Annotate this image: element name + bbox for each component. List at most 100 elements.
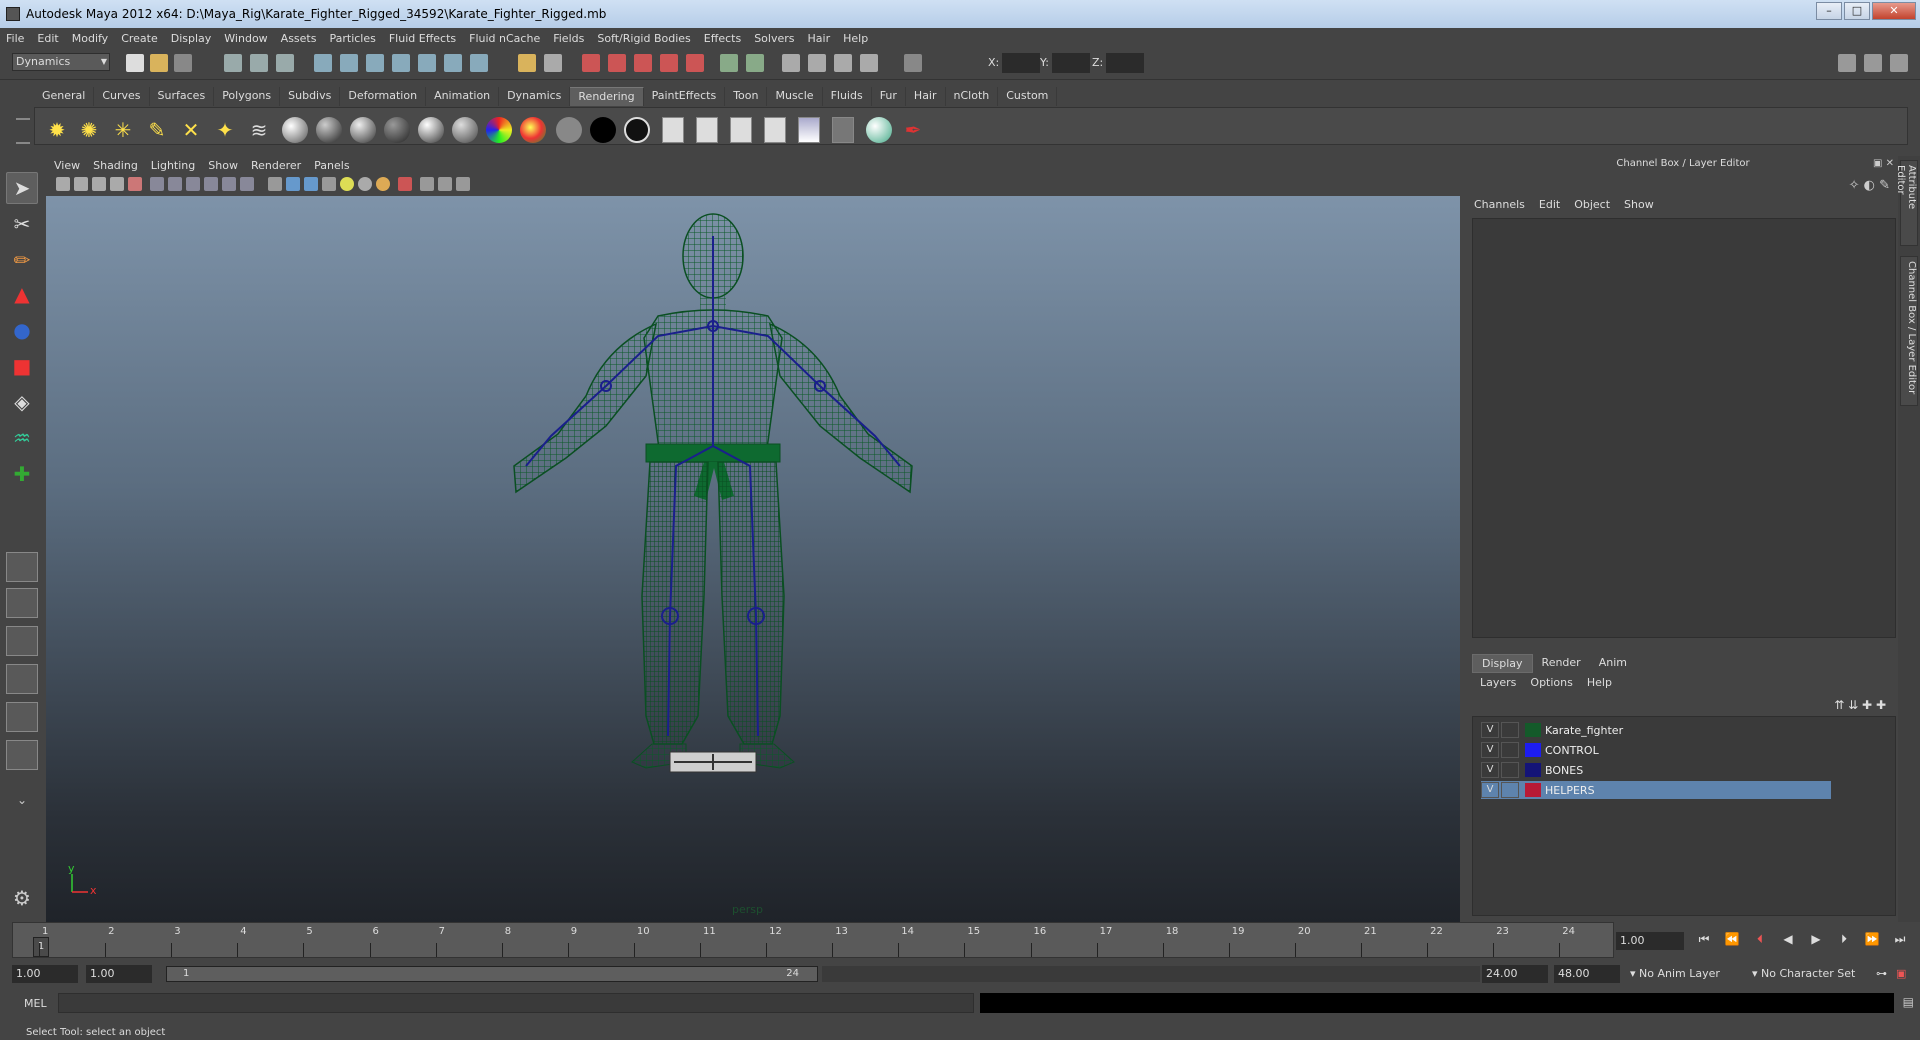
input-line-icon[interactable] xyxy=(720,54,738,72)
tool-settings-toggle-icon[interactable] xyxy=(1864,54,1882,72)
menu-file[interactable]: File xyxy=(6,32,24,45)
select-camera-icon[interactable] xyxy=(56,177,70,191)
isolate-select-icon[interactable] xyxy=(398,177,412,191)
channel-box-tools-icon[interactable]: ✧ ◐ ✎ xyxy=(1849,178,1890,193)
menu-fluid-effects[interactable]: Fluid Effects xyxy=(389,32,456,45)
snap-surface-icon[interactable] xyxy=(418,54,436,72)
spot-light-icon[interactable]: ✎ xyxy=(143,116,171,144)
layer-type-toggle[interactable] xyxy=(1501,722,1519,738)
attribute-editor-toggle-icon[interactable] xyxy=(1838,54,1856,72)
snap-curve-icon[interactable] xyxy=(340,54,358,72)
layer-tab-render[interactable]: Render xyxy=(1533,654,1590,673)
character-set-select[interactable]: ▾ No Character Set xyxy=(1752,967,1855,980)
input-mode-icon[interactable] xyxy=(746,54,764,72)
layer-visibility-toggle[interactable]: V xyxy=(1481,762,1499,778)
step-back-key-icon[interactable]: ⏪ xyxy=(1720,932,1744,950)
open-scene-icon[interactable] xyxy=(150,54,168,72)
auto-key-icon[interactable]: ⊶ xyxy=(1876,967,1887,980)
select-object-icon[interactable] xyxy=(250,54,268,72)
phong-icon[interactable] xyxy=(417,116,445,144)
anim-layer-select[interactable]: ▾ No Anim Layer xyxy=(1630,967,1720,980)
viewport-menu-shading[interactable]: Shading xyxy=(93,159,138,172)
safe-title-icon[interactable] xyxy=(240,177,254,191)
time-slider-current-frame[interactable]: 1 xyxy=(33,937,49,957)
layer-row-bones[interactable]: V BONES xyxy=(1481,761,1831,779)
area-light-icon[interactable]: ✕ xyxy=(177,116,205,144)
channel-box-toggle-icon[interactable] xyxy=(1890,54,1908,72)
shelf-tab-ncloth[interactable]: nCloth xyxy=(945,87,999,106)
use-background-icon[interactable] xyxy=(589,116,617,144)
range-slider-track[interactable] xyxy=(822,966,1480,982)
shelf-tab-general[interactable]: General xyxy=(34,87,95,106)
render-layer-icon[interactable]: ≋ xyxy=(245,116,273,144)
shelf-tab-polygons[interactable]: Polygons xyxy=(214,87,281,106)
layer-tab-display[interactable]: Display xyxy=(1472,654,1533,673)
cb-menu-object[interactable]: Object xyxy=(1574,198,1610,211)
gate-mask-icon[interactable] xyxy=(204,177,218,191)
layer-type-toggle[interactable] xyxy=(1501,742,1519,758)
snap-grid-icon[interactable] xyxy=(314,54,332,72)
shelf-tab-curves[interactable]: Curves xyxy=(94,87,150,106)
resolution-gate-icon[interactable] xyxy=(186,177,200,191)
menu-solvers[interactable]: Solvers xyxy=(754,32,794,45)
outliner-toggle-icon[interactable] xyxy=(808,54,826,72)
xray-components-icon[interactable] xyxy=(456,177,470,191)
side-tab-channel-box[interactable]: Channel Box / Layer Editor xyxy=(1900,256,1918,406)
shelf-menu-icon[interactable] xyxy=(16,118,30,144)
viewport-menu-lighting[interactable]: Lighting xyxy=(151,159,195,172)
time-slider[interactable]: 1 1 2 3 4 5 6 7 8 9 10 11 12 13 14 15 16 17 18 19 20 21 22 23 2… xyxy=(12,922,1614,958)
xray-icon[interactable] xyxy=(420,177,434,191)
layer-color-swatch[interactable] xyxy=(1525,783,1541,797)
show-manipulator-icon[interactable]: ✚ xyxy=(6,458,38,490)
layer-visibility-toggle[interactable]: V xyxy=(1481,742,1499,758)
shelf-tab-deformation[interactable]: Deformation xyxy=(340,87,427,106)
shelf-tab-fur[interactable]: Fur xyxy=(871,87,906,106)
persp-graph-layout-icon[interactable] xyxy=(6,664,38,694)
hypershade-icon[interactable] xyxy=(660,54,678,72)
z-field[interactable] xyxy=(1106,53,1145,73)
surface-shader-icon[interactable] xyxy=(555,116,583,144)
menu-help[interactable]: Help xyxy=(843,32,868,45)
film-gate-icon[interactable] xyxy=(168,177,182,191)
animation-end-field[interactable]: 48.00 xyxy=(1554,965,1620,983)
y-field[interactable] xyxy=(1051,53,1090,73)
select-component-icon[interactable] xyxy=(276,54,294,72)
smooth-shade-icon[interactable] xyxy=(286,177,300,191)
move-tool-icon[interactable]: ▲ xyxy=(6,278,38,310)
phongE-icon[interactable] xyxy=(451,116,479,144)
point-light-icon[interactable]: ✳ xyxy=(109,116,137,144)
shelf-tab-fluids[interactable]: Fluids xyxy=(822,87,872,106)
snap-plane-icon[interactable] xyxy=(392,54,410,72)
go-to-end-icon[interactable]: ⏭ xyxy=(1888,932,1912,950)
camera-icon[interactable] xyxy=(281,116,309,144)
move-layer-down-icon[interactable]: ⇊ xyxy=(1848,698,1858,712)
layer-tab-anim[interactable]: Anim xyxy=(1590,654,1636,673)
soft-modification-icon[interactable]: ♒ xyxy=(6,422,38,454)
lasso-tool-icon[interactable]: ✂ xyxy=(6,208,38,240)
four-view-layout-icon[interactable] xyxy=(6,588,38,618)
mental-ray-icon[interactable] xyxy=(865,116,893,144)
layer-color-swatch[interactable] xyxy=(1525,723,1541,737)
script-editor-icon[interactable]: ▤ xyxy=(1903,995,1914,1009)
channel-box-area[interactable] xyxy=(1472,218,1896,638)
scale-tool-icon[interactable]: ■ xyxy=(6,350,38,382)
animation-preferences-icon[interactable]: ▣ xyxy=(1896,967,1906,980)
camera-attributes-icon[interactable] xyxy=(74,177,88,191)
range-slider-bar[interactable]: 1 24 xyxy=(166,966,818,982)
move-layer-up-icon[interactable]: ⇈ xyxy=(1834,698,1844,712)
panel-float-close-icon[interactable]: ▣ ✕ xyxy=(1873,158,1894,169)
menu-hair[interactable]: Hair xyxy=(808,32,831,45)
layer-menu-options[interactable]: Options xyxy=(1530,676,1572,689)
side-tab-attribute-editor[interactable]: Attribute Editor xyxy=(1895,160,1918,246)
tool-settings-icon[interactable] xyxy=(860,54,878,72)
go-to-start-icon[interactable]: ⏮ xyxy=(1692,932,1716,950)
shelf-tab-painteffects[interactable]: PaintEffects xyxy=(643,87,726,106)
close-icon[interactable]: ✕ xyxy=(1872,2,1916,20)
shading-map-icon[interactable] xyxy=(623,116,651,144)
menu-soft-rigid-bodies[interactable]: Soft/Rigid Bodies xyxy=(597,32,690,45)
render-frame-icon[interactable] xyxy=(582,54,600,72)
attribute-toggle-icon[interactable] xyxy=(834,54,852,72)
new-scene-icon[interactable] xyxy=(126,54,144,72)
viewport-menu-panels[interactable]: Panels xyxy=(314,159,349,172)
shelf-tab-subdivs[interactable]: Subdivs xyxy=(280,87,341,106)
